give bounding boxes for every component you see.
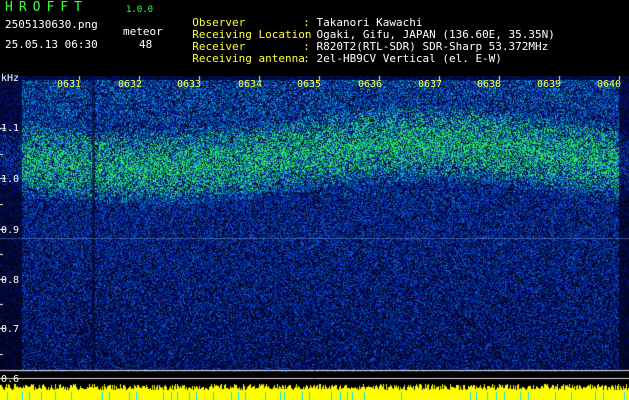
info-row-antenna: Receiving antenna: 2el-HB9CV Vertical (e… (179, 41, 502, 65)
time-tick-label: 0634 (238, 79, 263, 90)
mode-label: meteor (123, 25, 163, 38)
freq-unit-label: kHz (1, 73, 20, 84)
spectrogram (0, 76, 629, 400)
info-value: 2el-HB9CV Vertical (el. E-W) (316, 52, 502, 65)
freq-tick-label: 0.8 (1, 275, 20, 286)
timestamp: 25.05.13 06:30 (5, 38, 98, 51)
time-tick-label: 0632 (118, 79, 143, 90)
time-tick-label: 0638 (477, 79, 502, 90)
time-tick-label: 0631 (57, 79, 82, 90)
info-key: Receiving antenna (192, 52, 305, 65)
freq-tick-label: 0.7 (1, 324, 20, 335)
file-name: 2505130630.png (5, 18, 98, 31)
freq-tick-label: 1.1 (1, 123, 20, 134)
mode-count: 48 (139, 38, 153, 51)
time-tick-label: 0639 (537, 79, 562, 90)
time-tick-label: 0636 (358, 79, 383, 90)
app-title: HROFFT (5, 0, 88, 15)
time-tick-label: 0637 (418, 79, 443, 90)
freq-tick-label: 0.9 (1, 225, 20, 236)
time-tick-label: 0640 (597, 79, 622, 90)
time-tick-label: 0635 (297, 79, 322, 90)
freq-tick-label: 0.6 (1, 374, 20, 385)
info-separator: : (303, 52, 317, 65)
app-version: 1.0.0 (126, 5, 154, 15)
time-tick-label: 0633 (177, 79, 202, 90)
freq-tick-label: 1.0 (1, 174, 20, 185)
